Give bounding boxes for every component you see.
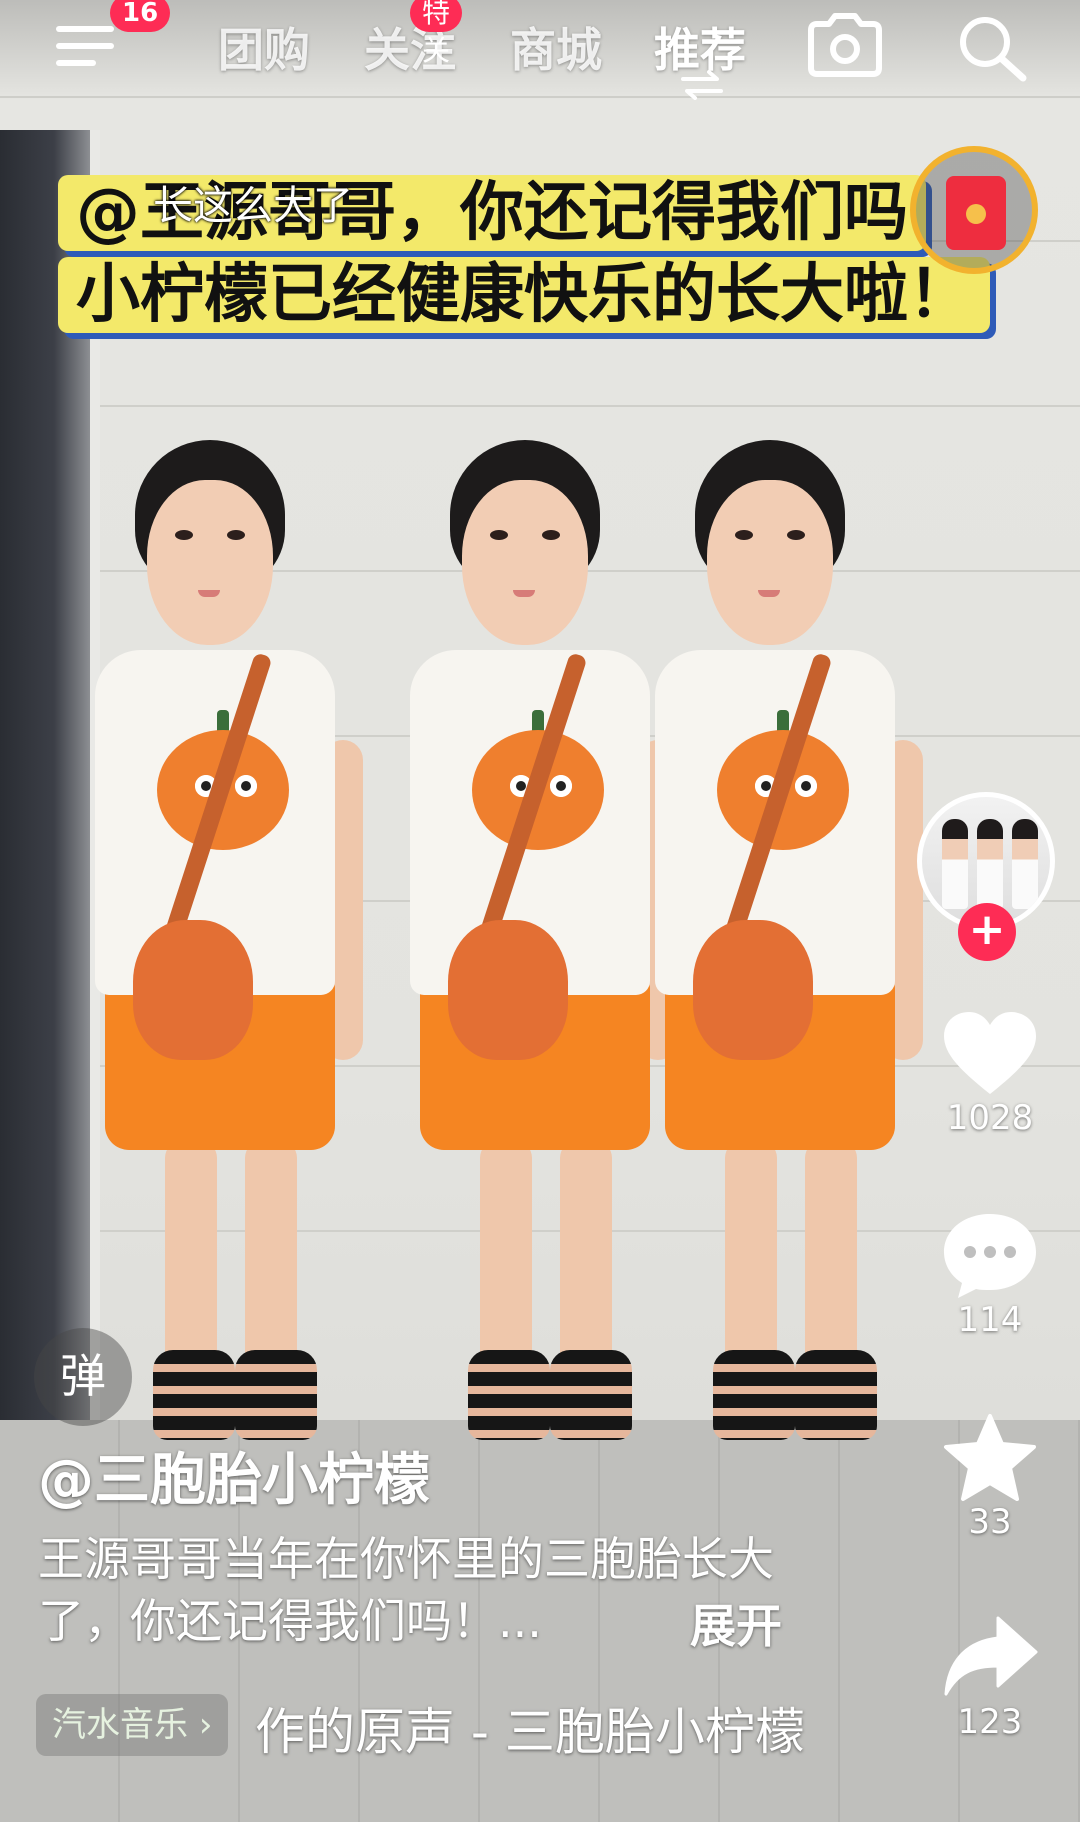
post-description[interactable]: 王源哥哥当年在你怀里的三胞胎长大了，你还记得我们吗！... xyxy=(38,1528,778,1652)
swap-icon[interactable] xyxy=(679,70,725,100)
author-name[interactable]: @三胞胎小柠檬 xyxy=(38,1435,430,1516)
music-app-tag[interactable]: 汽水音乐 › xyxy=(36,1694,229,1756)
star-icon xyxy=(944,1414,1036,1501)
comment-button[interactable]: 114 xyxy=(930,1210,1050,1340)
chevron-right-icon: › xyxy=(198,1705,213,1745)
music-title[interactable]: 作的原声 - 三胞胎小柠檬 xyxy=(255,1692,805,1764)
tab-mall[interactable]: 商城 xyxy=(510,14,602,80)
top-nav: 16 团购 关注 特关 商城 推荐 xyxy=(0,0,1080,100)
share-count: 123 xyxy=(957,1702,1023,1742)
share-button[interactable]: 123 xyxy=(930,1612,1050,1742)
caption-danmaku-text: 长这么大了 xyxy=(153,183,353,229)
like-button[interactable]: 1028 xyxy=(930,1008,1050,1138)
camera-icon[interactable] xyxy=(805,12,885,78)
follow-button[interactable]: + xyxy=(958,903,1016,961)
like-count: 1028 xyxy=(946,1098,1034,1138)
favorite-count: 33 xyxy=(968,1502,1012,1542)
menu-notification-badge: 16 xyxy=(110,0,171,32)
music-tag-label: 汽水音乐 xyxy=(52,1705,188,1745)
caption-line-2: 小柠檬已经健康快乐的长大啦！ xyxy=(58,257,990,333)
tab-group-buy[interactable]: 团购 xyxy=(218,14,310,80)
share-icon xyxy=(944,1616,1038,1696)
child-figure-left xyxy=(95,440,435,1440)
heart-icon xyxy=(944,1012,1036,1094)
favorite-button[interactable]: 33 xyxy=(930,1412,1050,1542)
danmaku-toggle-button[interactable]: 弹 xyxy=(34,1328,132,1426)
menu-icon[interactable] xyxy=(56,22,114,70)
search-icon[interactable] xyxy=(955,12,1029,82)
following-special-badge: 特关 xyxy=(410,0,463,67)
expand-button[interactable]: 展开 xyxy=(690,1590,782,1656)
comment-icon xyxy=(944,1214,1036,1298)
red-packet-icon[interactable] xyxy=(910,146,1038,274)
video-caption: 长这么大了 @王源哥哥，你还记得我们吗 小柠檬已经健康快乐的长大啦！ xyxy=(58,175,1013,333)
comment-count: 114 xyxy=(957,1300,1023,1340)
